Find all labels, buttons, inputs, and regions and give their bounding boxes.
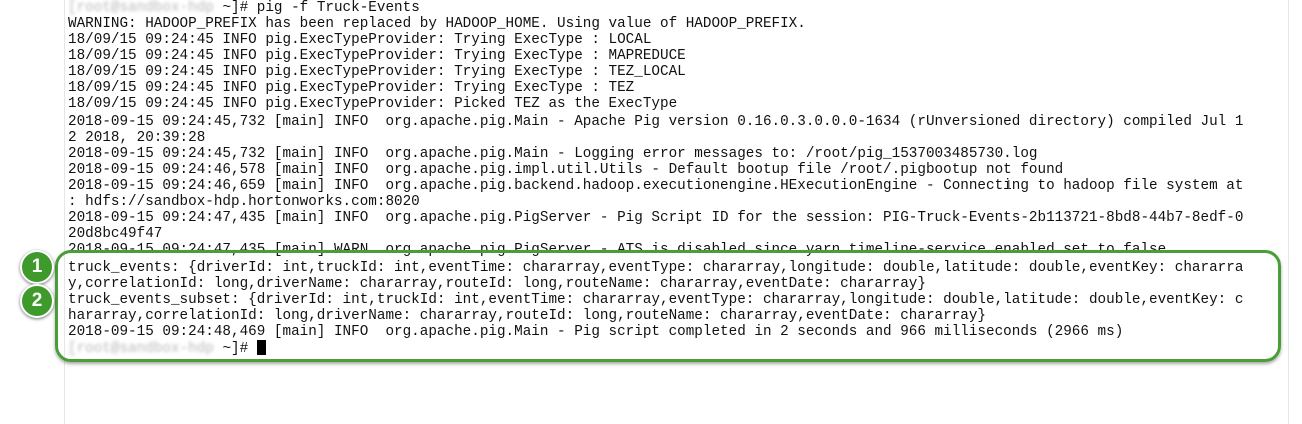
output-line: 2018-09-15 09:24:46,578 [main] INFO org.…: [68, 162, 1064, 178]
output-line: 18/09/15 09:24:45 INFO pig.ExecTypeProvi…: [68, 64, 686, 80]
output-line: 18/09/15 09:24:45 INFO pig.ExecTypeProvi…: [68, 96, 678, 112]
blurred-user-host: [root@sandbox-hdp: [68, 0, 214, 16]
output-line: 2018-09-15 09:24:47,435 [main] INFO org.…: [68, 210, 1244, 226]
output-line: 18/09/15 09:24:45 INFO pig.ExecTypeProvi…: [68, 32, 652, 48]
command-text: pig -f Truck-Events: [256, 0, 420, 16]
callout-badge-1: 1: [20, 250, 54, 284]
output-line: : hdfs://sandbox-hdp.hortonworks.com:802…: [68, 194, 420, 210]
output-line: 2018-09-15 09:24:46,659 [main] INFO org.…: [68, 178, 1244, 194]
ibeam-cursor-icon: I: [1007, 178, 1011, 192]
output-line: 2 2018, 20:39:28: [68, 130, 206, 146]
output-line: 20d8bc49f47: [68, 226, 163, 242]
command-line: [root@sandbox-hdp ~]# pig -f Truck-Event…: [68, 0, 420, 16]
prompt-suffix: ~]#: [213, 0, 257, 16]
output-line: 18/09/15 09:24:45 INFO pig.ExecTypeProvi…: [68, 80, 635, 96]
terminal-right-edge: [1288, 0, 1289, 424]
output-line: 2018-09-15 09:24:45,732 [main] INFO org.…: [68, 146, 1038, 162]
output-line: WARNING: HADOOP_PREFIX has been replaced…: [68, 16, 806, 32]
output-line: 2018-09-15 09:24:45,732 [main] INFO org.…: [68, 114, 1244, 130]
highlight-box: [55, 250, 1281, 362]
callout-badge-2: 2: [20, 284, 54, 318]
output-line: 18/09/15 09:24:45 INFO pig.ExecTypeProvi…: [68, 48, 686, 64]
